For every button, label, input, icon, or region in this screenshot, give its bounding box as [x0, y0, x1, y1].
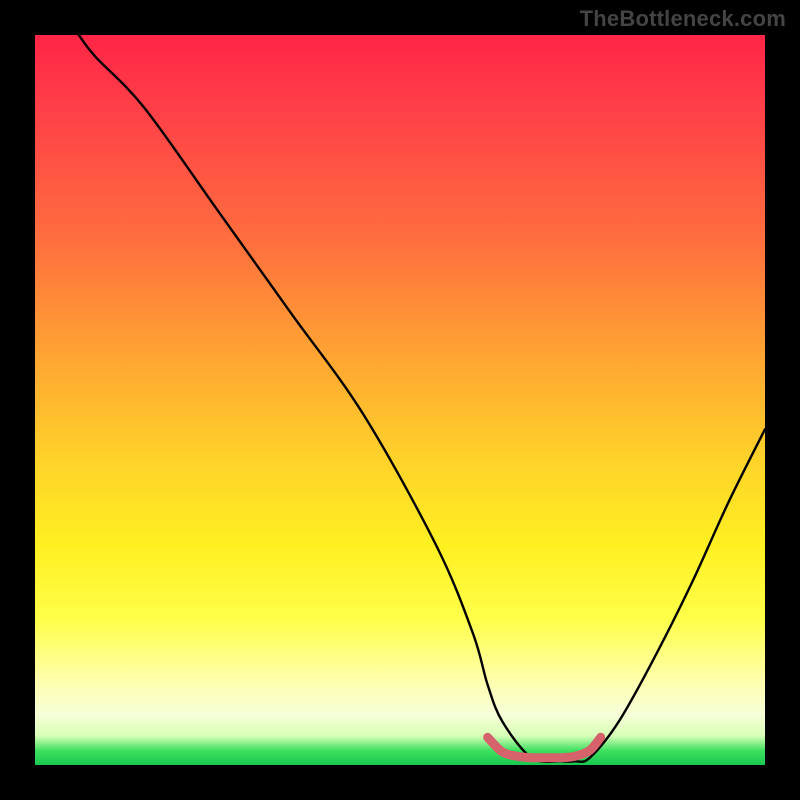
curve-svg	[35, 35, 765, 765]
chart-frame: TheBottleneck.com	[0, 0, 800, 800]
watermark-text: TheBottleneck.com	[580, 6, 786, 32]
main-curve-line	[79, 35, 765, 762]
bottom-highlight-segment	[488, 737, 601, 758]
plot-area	[35, 35, 765, 765]
